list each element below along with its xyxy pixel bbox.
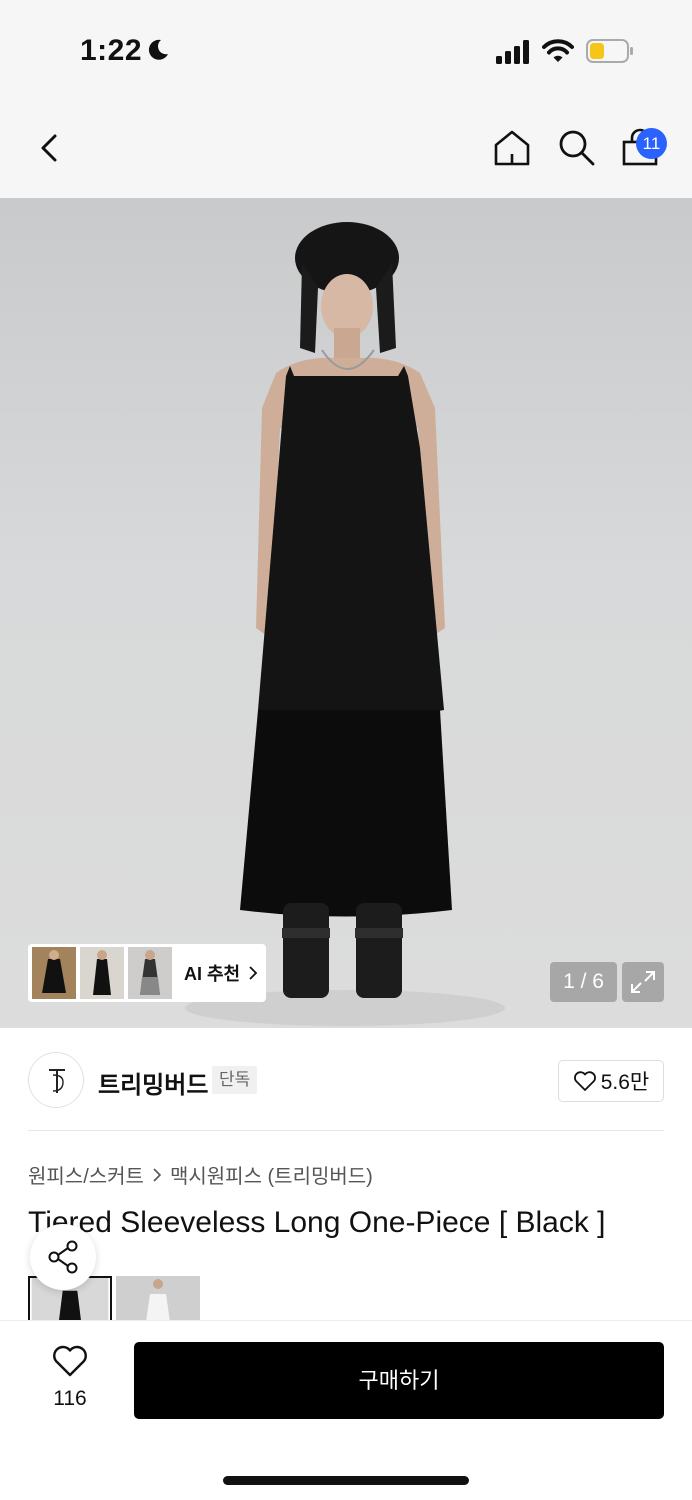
home-indicator[interactable] (223, 1476, 469, 1485)
share-icon (48, 1240, 78, 1274)
chevron-right-icon (153, 1167, 162, 1182)
heart-icon (53, 1345, 87, 1377)
share-button[interactable] (30, 1224, 96, 1290)
expand-icon (631, 971, 655, 993)
product-title: Tiered Sleeveless Long One-Piece [ Black… (28, 1206, 606, 1239)
model-photo (185, 222, 505, 1026)
status-time: 1:22 (80, 34, 143, 67)
cellular-signal-icon (496, 40, 529, 64)
ai-recommend-label: AI 추천 (184, 964, 241, 984)
brand-like-count: 5.6만 (600, 1071, 650, 1094)
recommend-thumbnail (80, 947, 124, 999)
brand-name[interactable]: 트리밍버드 (98, 1065, 208, 1100)
recommend-thumbnail (128, 947, 172, 999)
wifi-icon (542, 39, 574, 62)
heart-icon (573, 1071, 596, 1091)
home-icon[interactable] (492, 128, 532, 168)
color-option-white[interactable] (116, 1276, 200, 1322)
product-image-gallery[interactable]: AI 추천 1 / 6 (0, 198, 692, 1028)
breadcrumb-subcategory[interactable]: 맥시원피스 (트리밍버드) (170, 1160, 373, 1189)
breadcrumb-category[interactable]: 원피스/스커트 (28, 1160, 144, 1189)
image-counter: 1 / 6 (550, 962, 617, 1002)
expand-button[interactable] (622, 962, 664, 1002)
divider (28, 1130, 664, 1131)
breadcrumb: 원피스/스커트 맥시원피스 (트리밍버드) (28, 1160, 373, 1189)
chevron-left-icon[interactable] (30, 128, 70, 168)
battery-icon (586, 39, 633, 63)
product-detail-screen: 1:22 11 AI 추천 1 / 6 트리밍버드 단독 5.6만 원피스/스커… (0, 0, 692, 1500)
brand-logo-mark (49, 1069, 65, 1093)
top-navigation (0, 98, 692, 198)
moon-icon (148, 39, 168, 60)
recommend-thumbnail (32, 947, 76, 999)
buy-button[interactable]: 구매하기 (134, 1342, 664, 1419)
status-bar: 1:22 (0, 0, 692, 98)
search-icon[interactable] (556, 128, 596, 168)
wishlist-button[interactable]: 116 (40, 1344, 100, 1411)
exclusive-tag: 단독 (212, 1066, 258, 1094)
cart-count-badge: 11 (636, 128, 667, 159)
ai-recommend-button[interactable]: AI 추천 (28, 944, 266, 1002)
brand-logo[interactable] (28, 1052, 84, 1108)
chevron-right-icon (249, 966, 258, 980)
color-thumbnail (116, 1276, 200, 1322)
brand-like-button[interactable]: 5.6만 (558, 1060, 664, 1102)
wishlist-count: 116 (53, 1387, 87, 1410)
